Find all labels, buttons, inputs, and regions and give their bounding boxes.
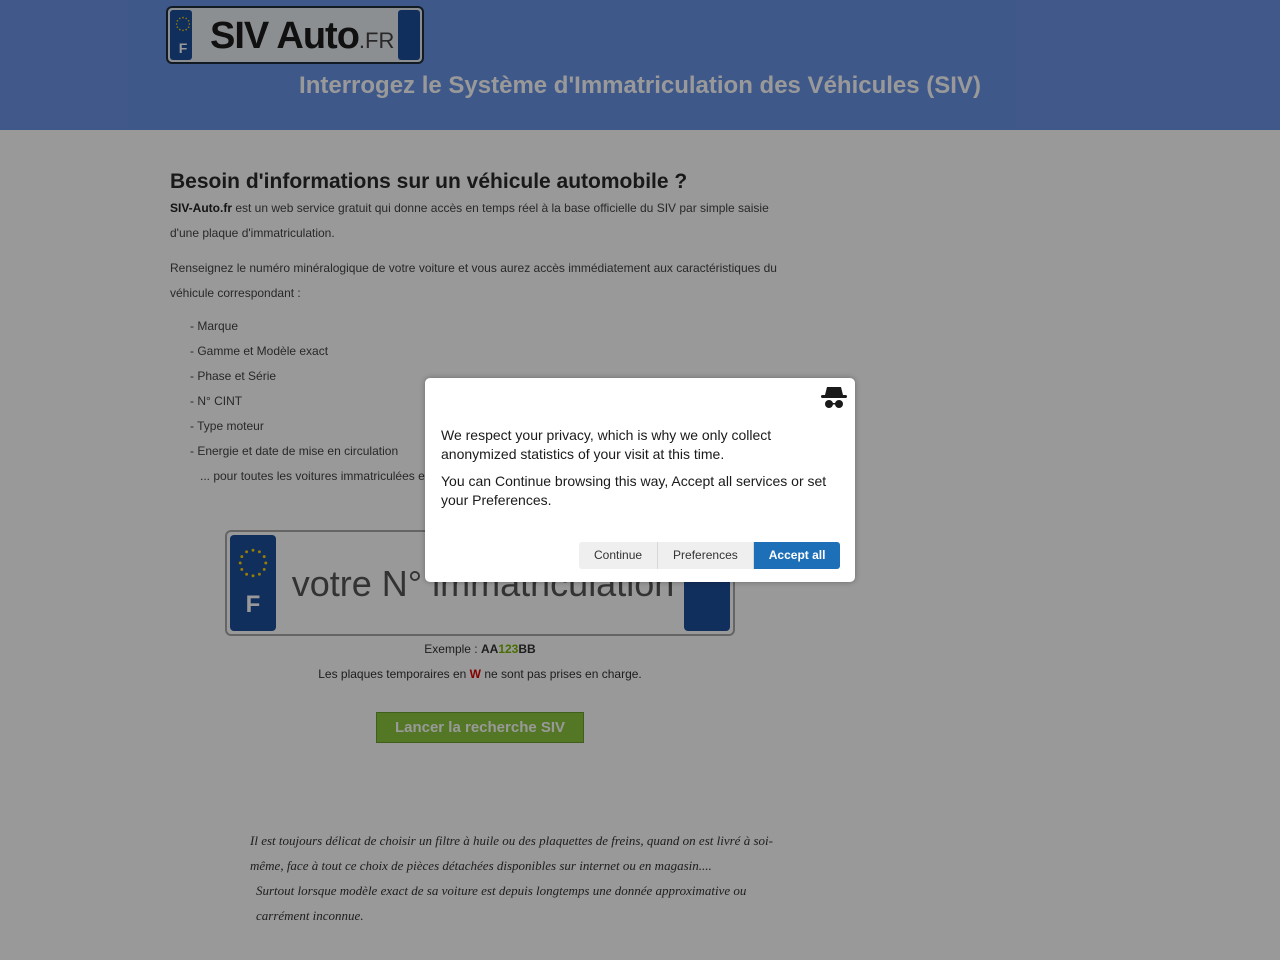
cookie-message-2: You can Continue browsing this way, Acce… [441, 473, 827, 508]
cookie-button-group: Continue Preferences Accept all [579, 542, 841, 569]
continue-button[interactable]: Continue [579, 542, 659, 569]
cookie-message-1: We respect your privacy, which is why we… [441, 427, 772, 462]
incognito-icon [821, 387, 847, 408]
cookie-consent-dialog: We respect your privacy, which is why we… [425, 378, 855, 582]
accept-all-button[interactable]: Accept all [753, 542, 841, 569]
preferences-button[interactable]: Preferences [658, 542, 754, 569]
cookie-message: We respect your privacy, which is why we… [441, 426, 841, 518]
